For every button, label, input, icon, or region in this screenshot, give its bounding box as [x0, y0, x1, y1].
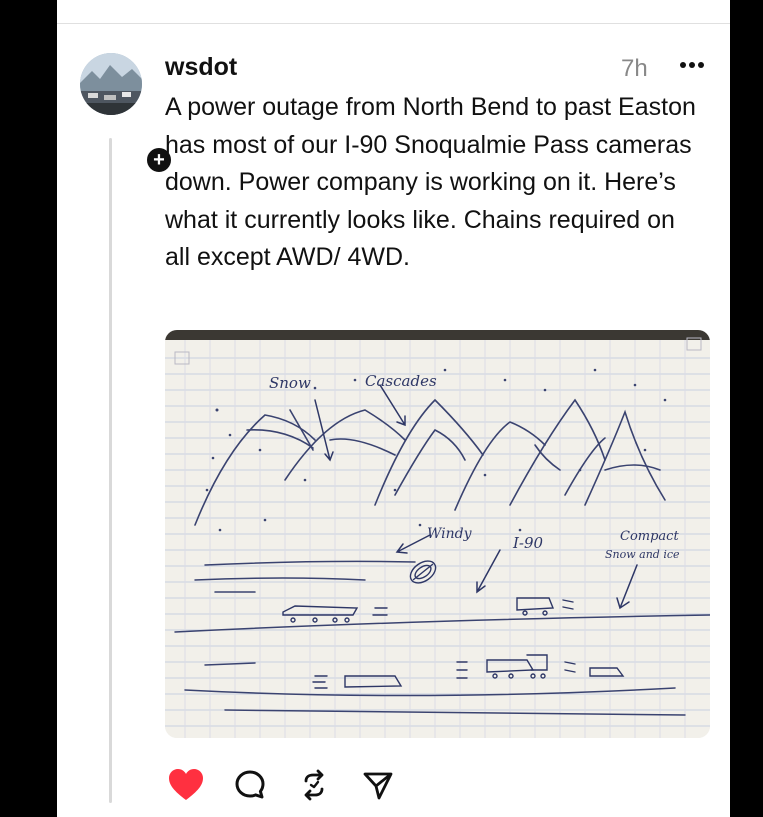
- post-time: 7h: [621, 55, 648, 82]
- avatar[interactable]: [80, 53, 142, 115]
- share-icon: [363, 772, 393, 800]
- divider: [57, 23, 730, 24]
- windy-label: Windy: [427, 526, 473, 542]
- post-card: + wsdot 7h A power outage from North Ben…: [57, 0, 730, 817]
- compact-label: Compact: [620, 529, 679, 544]
- cascades-label: Cascades: [365, 372, 437, 390]
- comment-icon: [235, 770, 265, 799]
- snow-and-ice-label: Snow and ice: [605, 548, 680, 561]
- post-image[interactable]: Snow Cascades Windy I-90 Compact Snow an…: [165, 330, 710, 738]
- heart-icon: [169, 769, 203, 800]
- highway-label: I-90: [512, 534, 544, 552]
- repost-button[interactable]: [293, 764, 335, 806]
- avatar-container[interactable]: +: [80, 53, 174, 175]
- reply-button[interactable]: [229, 764, 271, 806]
- hand-drawn-road-conditions: Snow Cascades Windy I-90 Compact Snow an…: [165, 330, 710, 738]
- share-button[interactable]: [357, 764, 399, 806]
- action-bar: [165, 764, 421, 806]
- more-options-icon[interactable]: [677, 50, 707, 80]
- repost-icon: [304, 769, 324, 801]
- snow-label: Snow: [269, 374, 311, 392]
- like-button[interactable]: [165, 764, 207, 806]
- post-text: A power outage from North Bend to past E…: [165, 93, 696, 271]
- thread-line: [109, 138, 112, 803]
- username[interactable]: wsdot: [165, 53, 237, 82]
